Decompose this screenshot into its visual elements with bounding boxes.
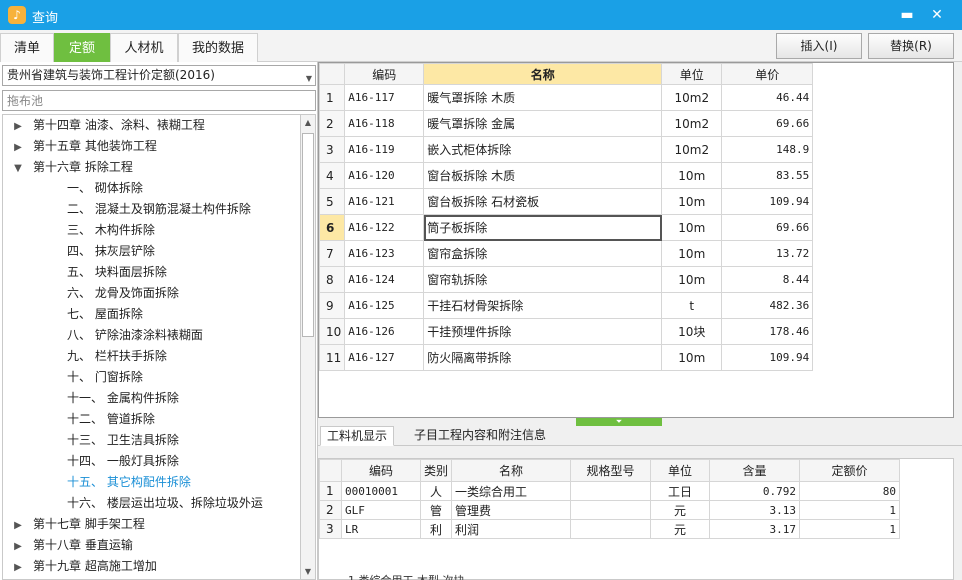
quota-library-select[interactable]: 贵州省建筑与装饰工程计价定额(2016) ▼ [2, 65, 316, 86]
col-header-quantity[interactable]: 含量 [709, 459, 801, 482]
col-header-code[interactable]: 编码 [344, 63, 425, 85]
left-panel: 贵州省建筑与装饰工程计价定额(2016) ▼ ▶第十四章 油漆、涂料、裱糊工程 … [0, 62, 318, 580]
tree-item-section[interactable]: 九、 栏杆扶手拆除 [3, 346, 300, 367]
background-window-text: 1 类综合用工 木型 次块 [348, 572, 465, 580]
table-row[interactable]: 8 A16-124 窗帘轨拆除 10m 8.44 [318, 266, 814, 293]
expand-arrow-icon[interactable]: ▶ [3, 116, 33, 137]
tree-item-section[interactable]: 十、 门窗拆除 [3, 367, 300, 388]
table-row[interactable]: 3 LR 利 利润 元 3.17 1 [319, 519, 901, 539]
window-title: 查询 [32, 11, 59, 26]
tab-labor-display[interactable]: 工料机显示 [320, 426, 395, 446]
expand-arrow-icon[interactable]: ▶ [3, 536, 33, 557]
minimize-button[interactable]: ▬ [896, 5, 918, 25]
table-row-current[interactable]: 6 A16-122 筒子板拆除 10m 69.66 [318, 214, 814, 241]
tree-item-chapter-17[interactable]: ▶ 第十七章 脚手架工程 [3, 514, 300, 535]
expand-arrow-icon[interactable]: ▶ [3, 137, 33, 158]
table-row[interactable]: 3 A16-119 嵌入式柜体拆除 10m2 148.9 [318, 136, 814, 163]
tree-scrollbar[interactable]: ▲ ▼ [300, 114, 316, 580]
tree-item-chapter-15[interactable]: ▶ 第十五章 其他装饰工程 [3, 136, 300, 157]
table-row[interactable]: 2 GLF 管 管理费 元 3.13 1 [319, 500, 901, 520]
expand-arrow-icon[interactable]: ▶ [3, 557, 33, 578]
tree-item-section[interactable]: 五、 块料面层拆除 [3, 262, 300, 283]
quota-library-value: 贵州省建筑与装饰工程计价定额(2016) [7, 68, 215, 82]
chapter-tree: ▶ 第十四章 油漆、涂料、裱糊工程 ▶ 第十五章 其他装饰工程 ▼ 第十六章 拆除工程… [2, 114, 300, 580]
table-row[interactable]: 1 A16-117 暖气罩拆除 木质 10m2 46.44 [318, 84, 814, 111]
quota-grid: 编码 名称 单位 单价 1 A16-117 暖气罩拆除 木质 10m2 46.4… [318, 62, 954, 418]
tree-item-section[interactable]: 十三、 卫生洁具拆除 [3, 430, 300, 451]
col-header-index [318, 63, 346, 85]
col-header-unit[interactable]: 单位 [661, 63, 723, 85]
col-header-name[interactable]: 名称 [451, 459, 572, 482]
tree-item-chapter-18[interactable]: ▶ 第十八章 垂直运输 [3, 535, 300, 556]
col-header-unit[interactable]: 单位 [650, 459, 711, 482]
tree-item-section[interactable]: 三、 木构件拆除 [3, 220, 300, 241]
scroll-down-icon[interactable]: ▼ [301, 564, 315, 579]
tree-item-chapter-16[interactable]: ▼ 第十六章 拆除工程 [3, 157, 300, 178]
tree-item-chapter-14[interactable]: ▶ 第十四章 油漆、涂料、裱糊工程 [3, 115, 300, 136]
col-header-price[interactable]: 单价 [721, 63, 814, 85]
col-header-code[interactable]: 编码 [341, 459, 421, 482]
tree-item-section[interactable]: 七、 屋面拆除 [3, 304, 300, 325]
scroll-up-icon[interactable]: ▲ [301, 115, 315, 130]
app-logo-icon: ♪ [8, 6, 26, 24]
tree-item-section[interactable]: 一、 砌体拆除 [3, 178, 300, 199]
tree-item-section[interactable]: 十六、 楼层运出垃圾、拆除垃圾外运 [3, 493, 300, 514]
expand-arrow-icon[interactable]: ▶ [3, 515, 33, 536]
table-row[interactable]: 9 A16-125 干挂石材骨架拆除 t 482.36 [318, 292, 814, 319]
panel-splitter[interactable]: ⏷ [576, 418, 662, 426]
tree-item-section[interactable]: 十一、 金属构件拆除 [3, 388, 300, 409]
col-header-spec[interactable]: 规格型号 [570, 459, 652, 482]
table-row[interactable]: 5 A16-121 窗台板拆除 石材瓷板 10m 109.94 [318, 188, 814, 215]
table-row[interactable]: 7 A16-123 窗帘盒拆除 10m 13.72 [318, 240, 814, 267]
col-header-quota-price[interactable]: 定额价 [799, 459, 901, 482]
tab-bill[interactable]: 清单 [0, 33, 54, 62]
table-row[interactable]: 4 A16-120 窗台板拆除 木质 10m 83.55 [318, 162, 814, 189]
table-row[interactable]: 11 A16-127 防火隔离带拆除 10m 109.94 [318, 344, 814, 371]
chevron-down-icon[interactable]: ⏷ [616, 417, 622, 426]
tree-item-section-selected[interactable]: 十五、 其它构配件拆除 [3, 472, 300, 493]
tree-item-chapter-19[interactable]: ▶ 第十九章 超高施工增加 [3, 556, 300, 577]
insert-button[interactable]: 插入(I) [776, 33, 862, 59]
tab-bar: 清单 定额 人材机 我的数据 插入(I) 替换(R) [0, 30, 962, 62]
table-row[interactable]: 1 00010001 人 一类综合用工 工日 0.792 80 [319, 481, 901, 501]
focused-cell[interactable]: 筒子板拆除 [423, 214, 663, 241]
table-row[interactable]: 10 A16-126 干挂预埋件拆除 10块 178.46 [318, 318, 814, 345]
col-header-index [319, 459, 342, 482]
tab-labor-material-machine[interactable]: 人材机 [110, 33, 178, 62]
table-row[interactable]: 2 A16-118 暖气罩拆除 金属 10m2 69.66 [318, 110, 814, 137]
col-header-name[interactable]: 名称 [423, 63, 663, 85]
tree-item-section[interactable]: 十二、 管道拆除 [3, 409, 300, 430]
tree-item-section[interactable]: 十四、 一般灯具拆除 [3, 451, 300, 472]
tab-content-notes[interactable]: 子目工程内容和附注信息 [408, 426, 552, 446]
tree-item-section[interactable]: 二、 混凝土及钢筋混凝土构件拆除 [3, 199, 300, 220]
col-header-category[interactable]: 类别 [419, 459, 453, 482]
search-input[interactable] [2, 90, 316, 111]
tree-item-section[interactable]: 八、 铲除油漆涂料裱糊面 [3, 325, 300, 346]
chevron-down-icon: ▼ [305, 74, 312, 83]
tab-my-data[interactable]: 我的数据 [178, 33, 258, 62]
tree-item-section[interactable]: 六、 龙骨及饰面拆除 [3, 283, 300, 304]
close-button[interactable]: ✕ [926, 5, 948, 25]
tree-item-section[interactable]: 四、 抹灰层铲除 [3, 241, 300, 262]
tab-quota[interactable]: 定额 [54, 33, 110, 62]
scrollbar-thumb[interactable] [302, 133, 314, 337]
title-bar: ♪ 查询 ▬ ✕ [0, 0, 962, 30]
replace-button[interactable]: 替换(R) [868, 33, 954, 59]
resource-grid: 编码 类别 名称 规格型号 单位 含量 定额价 1 00010001 人 一类综… [318, 458, 954, 580]
collapse-arrow-icon[interactable]: ▼ [3, 158, 33, 179]
detail-tabs: 工料机显示 子目工程内容和附注信息 [318, 426, 962, 446]
